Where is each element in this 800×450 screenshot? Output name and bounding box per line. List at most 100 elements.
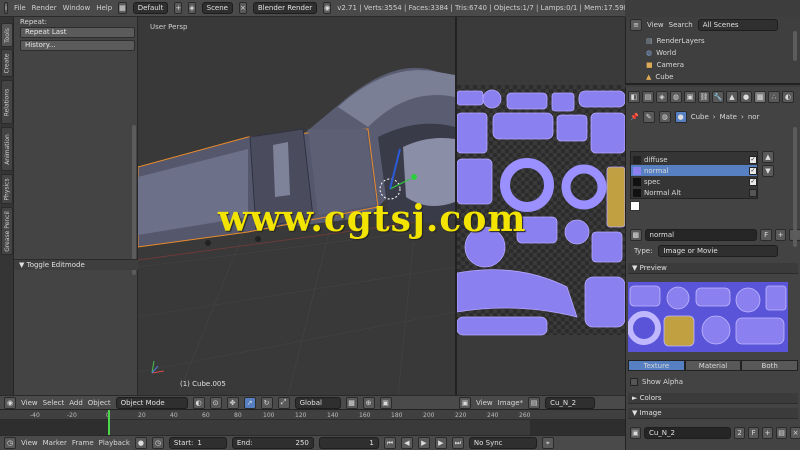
rotate-icon[interactable]: ↻ <box>260 396 273 409</box>
slot-down-icon[interactable]: ▼ <box>762 165 774 177</box>
timeline[interactable]: -40 -20 0 20 40 60 80 100 120 140 160 18… <box>0 409 625 436</box>
world-filter-icon[interactable]: ◍ <box>658 110 671 123</box>
menu-window[interactable]: Window <box>63 4 91 12</box>
editor-type-icon[interactable]: ◉ <box>4 396 16 409</box>
tl-menu-frame[interactable]: Frame <box>72 439 94 447</box>
prev-key-icon[interactable]: ◀ <box>400 437 413 449</box>
menu-help[interactable]: Help <box>96 4 112 12</box>
texture-type-select[interactable]: Image or Movie <box>658 244 779 257</box>
scene-close-icon[interactable]: × <box>238 2 247 14</box>
list-item[interactable]: diffuse ✓ <box>631 154 757 165</box>
playhead[interactable] <box>108 410 110 436</box>
uv-menu-image[interactable]: Image* <box>498 399 523 407</box>
preview-tab-texture[interactable]: Texture <box>628 360 685 371</box>
keying-icon[interactable]: ⌖ <box>541 437 554 449</box>
texture-tab-icon[interactable]: ▩ <box>754 90 766 103</box>
manipulator-icon[interactable]: ✥ <box>226 396 239 409</box>
particles-tab-icon[interactable]: ∴ <box>768 90 780 103</box>
shading-icon[interactable]: ◐ <box>192 396 205 409</box>
show-alpha-checkbox[interactable] <box>630 377 638 386</box>
layers-icon[interactable]: ▦ <box>345 396 358 409</box>
outliner-item[interactable]: ■ Camera <box>626 59 800 70</box>
outliner-scrollbar[interactable] <box>793 31 797 61</box>
timeline-editor-icon[interactable]: ◷ <box>4 437 16 449</box>
image-fake-user-icon[interactable]: F <box>748 426 760 439</box>
image-browse-icon[interactable]: ▣ <box>630 426 641 439</box>
tl-menu-view[interactable]: View <box>21 439 38 447</box>
slot-enabled-checkbox[interactable]: ✓ <box>749 155 757 164</box>
texture-name-field[interactable]: normal <box>644 228 758 241</box>
add-texture-icon[interactable]: + <box>774 228 787 241</box>
properties-scrollbar[interactable] <box>793 127 797 247</box>
physics-tab-icon[interactable]: ◐ <box>782 90 794 103</box>
record-icon[interactable]: ● <box>134 437 147 449</box>
image-name-field[interactable]: Cu_N_2 <box>643 426 732 439</box>
scene-icon[interactable]: ◈ <box>188 2 196 14</box>
scene-tab-icon[interactable]: ◈ <box>656 90 668 103</box>
list-item[interactable]: spec ✓ <box>631 176 757 187</box>
menu-add[interactable]: Add <box>69 399 83 407</box>
tool-shelf-scrollbar[interactable] <box>132 125 136 275</box>
constraints-tab-icon[interactable]: ⛓ <box>698 90 710 103</box>
menu-object[interactable]: Object <box>88 399 111 407</box>
menu-select[interactable]: Select <box>43 399 65 407</box>
preview-tab-material[interactable]: Material <box>684 360 742 371</box>
layers-tab-icon[interactable]: ▤ <box>642 90 654 103</box>
history-button[interactable]: History... <box>20 40 135 51</box>
next-key-icon[interactable]: ▶ <box>434 437 447 449</box>
image-add-icon[interactable]: + <box>762 426 774 439</box>
slot-enabled-checkbox[interactable]: ✓ <box>749 166 757 175</box>
scene-select[interactable]: Scene <box>201 2 233 14</box>
list-item[interactable]: normal ✓ <box>631 165 757 176</box>
preview-range-icon[interactable]: ◷ <box>151 437 164 449</box>
tl-menu-marker[interactable]: Marker <box>43 439 67 447</box>
image-unlink-icon[interactable]: × <box>790 426 800 439</box>
operator-panel-header[interactable]: ▼ Toggle Editmode <box>14 259 138 270</box>
preview-tab-both[interactable]: Both <box>741 360 799 371</box>
orientation-select[interactable]: Global <box>294 396 341 409</box>
image-editor-type-icon[interactable]: ▣ <box>459 396 471 409</box>
outliner-item[interactable]: ▲ Cube <box>626 71 800 82</box>
material-filter-icon[interactable]: ● <box>674 110 687 123</box>
translate-icon[interactable]: ↗ <box>243 396 256 409</box>
jump-end-icon[interactable]: ⏭ <box>451 437 464 449</box>
end-frame-field[interactable]: End: 250 <box>231 437 314 449</box>
colors-panel-header[interactable]: ► Colors <box>628 393 798 404</box>
tab-physics[interactable]: Physics <box>1 174 13 204</box>
tab-tools[interactable]: Tools <box>1 23 13 47</box>
outliner-view-menu[interactable]: View <box>647 21 664 29</box>
menu-render[interactable]: Render <box>32 4 57 12</box>
tab-animation[interactable]: Animation <box>1 127 13 171</box>
sync-select[interactable]: No Sync <box>468 437 537 449</box>
snap-icon[interactable]: ⊕ <box>362 396 375 409</box>
data-tab-icon[interactable]: ▲ <box>726 90 738 103</box>
material-tab-icon[interactable]: ● <box>740 90 752 103</box>
tab-create[interactable]: Create <box>1 49 13 77</box>
render-engine-select[interactable]: Blender Render <box>252 2 318 14</box>
slot-enabled-checkbox[interactable] <box>749 188 757 197</box>
info-icon[interactable]: i <box>4 2 8 14</box>
outliner-search-menu[interactable]: Search <box>669 21 693 29</box>
list-item[interactable]: Normal Alt <box>631 187 757 198</box>
outliner-item[interactable]: ◍ World <box>626 47 800 58</box>
image-users-icon[interactable]: 2 <box>734 426 746 439</box>
scale-icon[interactable]: ⤢ <box>277 396 290 409</box>
slot-enabled-checkbox[interactable]: ✓ <box>749 177 757 186</box>
pin-icon[interactable]: 📌 <box>630 113 639 121</box>
uv-menu-view[interactable]: View <box>476 399 493 407</box>
image-browse-icon[interactable]: ▤ <box>528 396 541 409</box>
modifiers-tab-icon[interactable]: 🔧 <box>712 90 724 103</box>
uv-image-field[interactable]: Cu_N_2 <box>545 396 596 409</box>
render-tab-icon[interactable]: ◧ <box>628 90 640 103</box>
layout-icon[interactable]: ▦ <box>118 2 127 14</box>
mode-select[interactable]: Object Mode <box>115 396 188 409</box>
jump-start-icon[interactable]: ⏮ <box>383 437 396 449</box>
texture-browse-icon[interactable]: ▩ <box>630 228 642 241</box>
tab-relations[interactable]: Relations <box>1 80 13 124</box>
start-frame-field[interactable]: Start: 1 <box>168 437 227 449</box>
world-tab-icon[interactable]: ◍ <box>670 90 682 103</box>
preview-panel-header[interactable]: ▼ Preview <box>628 263 798 274</box>
brush-icon[interactable]: ✎ <box>642 110 655 123</box>
play-icon[interactable]: ▶ <box>417 437 430 449</box>
image-open-icon[interactable]: ▤ <box>776 426 788 439</box>
